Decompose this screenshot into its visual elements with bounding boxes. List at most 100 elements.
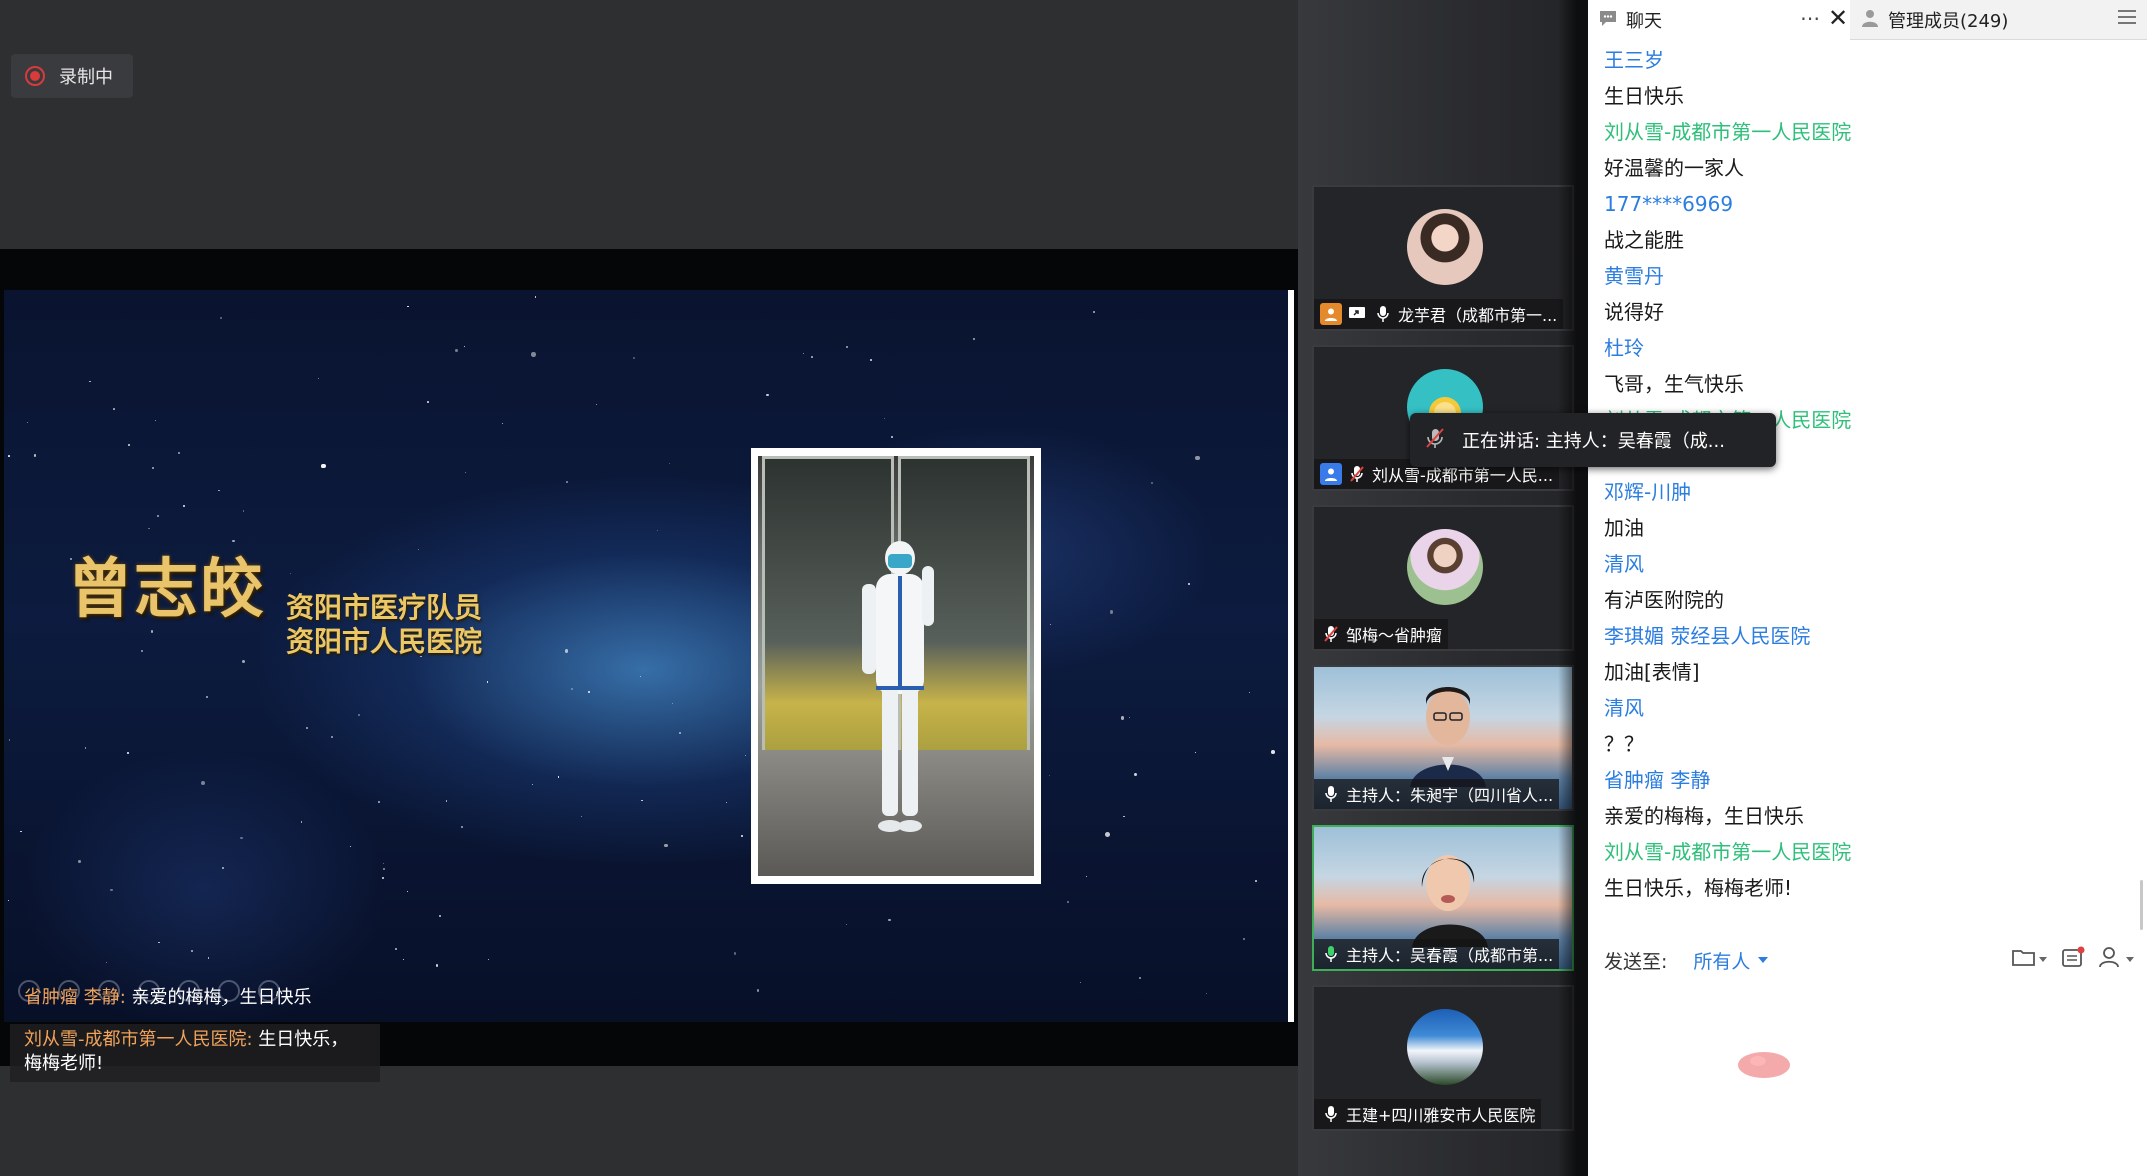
star bbox=[1271, 750, 1275, 755]
chevron-down-icon[interactable] bbox=[1758, 957, 1769, 963]
more-options-icon[interactable]: ⋯ bbox=[1800, 6, 1821, 30]
send-to-selector[interactable]: 所有人 bbox=[1693, 947, 1750, 974]
folder-icon bbox=[2012, 947, 2036, 971]
participant-tile[interactable]: 王建+四川雅安市人民医院 bbox=[1312, 985, 1574, 1131]
members-icon bbox=[1860, 9, 1880, 31]
recording-indicator[interactable]: 录制中 bbox=[11, 54, 133, 98]
chat-sender-name[interactable]: 清风 bbox=[1604, 690, 2124, 726]
star bbox=[1049, 775, 1051, 777]
chevron-down-icon bbox=[2126, 956, 2134, 962]
chat-sender-name[interactable]: 清风 bbox=[1604, 546, 2124, 582]
mic-icon[interactable] bbox=[1320, 783, 1342, 805]
chat-sender-name[interactable]: 邓辉-川肿 bbox=[1604, 474, 2124, 510]
star bbox=[1249, 692, 1251, 694]
star bbox=[127, 443, 131, 447]
chat-scrollbar[interactable] bbox=[2140, 880, 2143, 930]
star bbox=[112, 408, 115, 411]
chat-message-list: 王三岁 生日快乐 刘从雪-成都市第一人民医院 好温馨的一家人 177****6969 战之… bbox=[1604, 42, 2124, 902]
participant-tile-active-speaker[interactable]: 主持人：吴春霞（成都市第... bbox=[1312, 825, 1574, 971]
star bbox=[1206, 993, 1208, 995]
star bbox=[300, 821, 303, 823]
slide-subtitle-2: 资阳市人民医院 bbox=[286, 625, 483, 658]
star bbox=[219, 317, 223, 320]
participant-tile[interactable]: 龙芋君（成都市第一... bbox=[1312, 185, 1574, 331]
panel-menu-icon[interactable] bbox=[2118, 10, 2136, 26]
participant-tile[interactable]: 主持人：朱昶宇（四川省人... bbox=[1312, 665, 1574, 811]
star bbox=[465, 471, 467, 473]
star bbox=[596, 403, 598, 405]
folder-tool[interactable] bbox=[2012, 947, 2047, 971]
tab-chat[interactable]: 聊天 ⋯ ✕ bbox=[1588, 0, 1850, 40]
star bbox=[321, 464, 326, 469]
star bbox=[1093, 310, 1096, 314]
notice-tool[interactable] bbox=[2061, 946, 2085, 972]
mic-icon[interactable] bbox=[1320, 1103, 1342, 1125]
chat-panel: 聊天 ⋯ ✕ 管理成员(249) 王三岁 生日快乐 刘从雪-成都市第一人民医院 好温馨… bbox=[1588, 0, 2147, 1176]
star bbox=[148, 527, 150, 530]
star bbox=[766, 393, 769, 397]
star bbox=[487, 958, 489, 960]
medical-worker-figure bbox=[862, 541, 934, 832]
chat-sender-name[interactable]: 王三岁 bbox=[1604, 42, 2124, 78]
member-tool[interactable] bbox=[2099, 946, 2134, 972]
tab-manage-members[interactable]: 管理成员(249) bbox=[1852, 0, 2117, 40]
chat-sender-name[interactable]: 杜玲 bbox=[1604, 330, 2124, 366]
star bbox=[1123, 815, 1125, 818]
user-icon bbox=[1320, 463, 1342, 485]
video-feed bbox=[1412, 855, 1488, 947]
star bbox=[357, 714, 360, 717]
star bbox=[531, 352, 536, 357]
star bbox=[564, 649, 569, 653]
snow-mountain-avatar bbox=[1407, 1009, 1483, 1085]
send-target-bar: 发送至: 所有人 bbox=[1604, 940, 2134, 980]
star bbox=[1194, 751, 1197, 754]
mic-active-icon[interactable] bbox=[1320, 943, 1342, 965]
mic-muted-icon bbox=[1424, 427, 1446, 453]
star bbox=[757, 989, 760, 992]
star bbox=[1120, 715, 1125, 720]
chat-sender-name[interactable]: 黄雪丹 bbox=[1604, 258, 2124, 294]
woman-photo-avatar bbox=[1407, 209, 1483, 285]
mic-muted-icon[interactable] bbox=[1320, 623, 1342, 645]
star bbox=[1195, 455, 1200, 461]
star bbox=[1243, 937, 1246, 940]
chat-sender-name[interactable]: 省肿瘤 李静 bbox=[1604, 762, 2124, 798]
star bbox=[201, 780, 206, 785]
star bbox=[1109, 609, 1114, 614]
star bbox=[242, 510, 244, 512]
star bbox=[1187, 582, 1190, 585]
star bbox=[587, 691, 591, 694]
star bbox=[407, 305, 409, 308]
participant-tile[interactable]: 邹梅～省肿瘤 bbox=[1312, 505, 1574, 651]
star bbox=[207, 957, 210, 959]
chat-message-text: ？？ bbox=[1604, 732, 1644, 756]
send-to-label: 发送至: bbox=[1604, 950, 1668, 973]
star bbox=[464, 345, 466, 348]
speaking-tooltip: 正在讲话: 主持人：吴春霞（成... bbox=[1410, 413, 1776, 467]
star bbox=[1085, 875, 1087, 878]
star bbox=[678, 732, 681, 735]
chat-input[interactable] bbox=[1588, 985, 2147, 1176]
star bbox=[580, 815, 582, 817]
mic-icon[interactable] bbox=[1372, 303, 1394, 325]
star bbox=[178, 452, 181, 455]
star bbox=[151, 466, 154, 469]
star bbox=[1255, 880, 1257, 882]
chat-sender-name[interactable]: 李琪媚 荥经县人民医院 bbox=[1604, 618, 2124, 654]
star bbox=[318, 378, 320, 380]
star bbox=[382, 867, 385, 870]
star bbox=[7, 900, 10, 902]
shared-slide: 曾志皎 资阳市医疗队员 资阳市人民医院 bbox=[4, 290, 1294, 1022]
star bbox=[206, 696, 209, 699]
star bbox=[669, 463, 671, 465]
star bbox=[402, 958, 405, 961]
star bbox=[461, 826, 464, 829]
slide-title: 曾志皎 bbox=[68, 552, 266, 627]
chat-sender-name[interactable]: 刘从雪-成都市第一人民医院 bbox=[1604, 834, 2124, 870]
close-icon[interactable]: ✕ bbox=[1828, 4, 1848, 32]
chat-sender-name[interactable]: 刘从雪-成都市第一人民医院 bbox=[1604, 114, 2124, 150]
chat-sender-name[interactable]: 177****6969 bbox=[1604, 186, 2124, 222]
chat-message-text: 加油 bbox=[1604, 516, 1644, 540]
star bbox=[566, 481, 568, 484]
mic-muted-icon[interactable] bbox=[1346, 463, 1368, 485]
